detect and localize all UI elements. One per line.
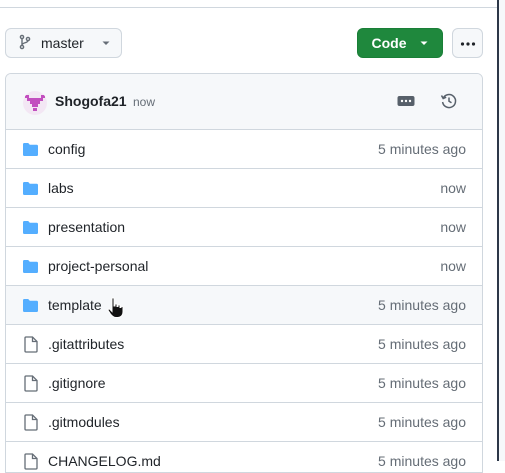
previous-section-edge (0, 0, 497, 8)
file-age: 5 minutes ago (378, 414, 466, 430)
file-row[interactable]: config 5 minutes ago (6, 130, 482, 169)
file-age: 5 minutes ago (378, 336, 466, 352)
file-name-link[interactable]: .gitattributes (48, 336, 124, 352)
file-name-link[interactable]: presentation (48, 219, 125, 235)
ellipsis-icon (397, 94, 415, 112)
avatar[interactable] (23, 91, 47, 115)
latest-commit-header: Shogofa21 now (6, 74, 482, 130)
file-row[interactable]: .gitignore 5 minutes ago (6, 364, 482, 403)
file-icon (22, 453, 39, 470)
file-rows: config 5 minutes ago labs now presentation no… (6, 130, 482, 472)
file-age: now (440, 180, 466, 196)
kebab-horizontal-icon (460, 34, 476, 52)
file-name-link[interactable]: .gitignore (48, 375, 106, 391)
commit-time: now (133, 95, 156, 109)
scroll-gutter (499, 0, 505, 461)
file-age: now (440, 258, 466, 274)
file-age: 5 minutes ago (378, 141, 466, 157)
file-age: 5 minutes ago (378, 297, 466, 313)
folder-icon (22, 141, 39, 158)
folder-icon (22, 297, 39, 314)
commit-author[interactable]: Shogofa21 (55, 93, 127, 109)
file-row[interactable]: template 5 minutes ago (6, 286, 482, 325)
file-row[interactable]: .gitattributes 5 minutes ago (6, 325, 482, 364)
branch-name: master (41, 35, 84, 51)
file-name-link[interactable]: project-personal (48, 258, 148, 274)
code-button-label: Code (371, 35, 407, 51)
file-row[interactable]: CHANGELOG.md 5 minutes ago (6, 442, 482, 472)
file-name-link[interactable]: config (48, 141, 85, 157)
file-name-link[interactable]: CHANGELOG.md (48, 453, 161, 469)
folder-icon (22, 180, 39, 197)
file-age: 5 minutes ago (378, 453, 466, 469)
file-row[interactable]: presentation now (6, 208, 482, 247)
file-name-link[interactable]: labs (48, 180, 74, 196)
file-row[interactable]: .gitmodules 5 minutes ago (6, 403, 482, 442)
more-options-button[interactable] (452, 28, 483, 58)
file-row[interactable]: project-personal now (6, 247, 482, 286)
code-button[interactable]: Code (357, 28, 443, 58)
history-button[interactable] (437, 91, 461, 115)
history-icon (440, 92, 458, 115)
caret-down-icon (419, 35, 429, 51)
hand-cursor-icon (107, 297, 125, 319)
file-name-link[interactable]: template (48, 297, 102, 313)
folder-icon (22, 258, 39, 275)
file-name-link[interactable]: .gitmodules (48, 414, 120, 430)
file-icon (22, 375, 39, 392)
file-icon (22, 414, 39, 431)
file-list: Shogofa21 now config 5 minutes ago labs … (5, 73, 483, 473)
file-icon (22, 336, 39, 353)
folder-icon (22, 219, 39, 236)
caret-down-icon (101, 35, 111, 51)
file-age: 5 minutes ago (378, 375, 466, 391)
git-branch-icon (18, 34, 32, 53)
branch-select-button[interactable]: master (5, 28, 122, 58)
file-age: now (440, 219, 466, 235)
commit-details-button[interactable] (394, 91, 418, 115)
file-row[interactable]: labs now (6, 169, 482, 208)
